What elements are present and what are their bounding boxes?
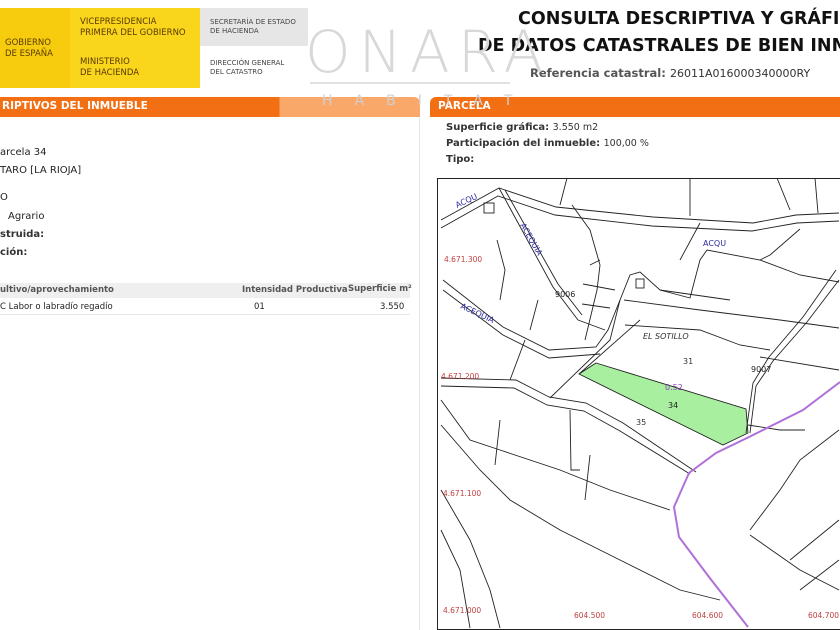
tipo-label: Tipo:: [446, 154, 475, 165]
map-label: ACQU: [703, 239, 726, 248]
cell-cultivo: C Labor o labradío regadío: [0, 302, 113, 312]
locality-municipio: TARO [LA RIOJA]: [0, 165, 82, 176]
x-tick-label: 604.600: [692, 611, 723, 620]
col-header: Superficie m²: [348, 284, 412, 294]
map-label: 31: [683, 357, 693, 366]
logo-text: DE ESPAÑA: [5, 49, 53, 59]
parcel-34: [577, 362, 748, 446]
uso-value: Agrario: [8, 211, 45, 222]
superficie-construida-label: struida:: [0, 229, 45, 240]
y-tick-label: 4.671.200: [441, 372, 479, 381]
logo-text: DIRECCIÓN GENERAL: [210, 59, 285, 67]
label: Participación del inmueble:: [446, 138, 601, 149]
cadastral-map[interactable]: ACQU ACEQUIA 9006 ACEQUIA ACQU EL SOTILL…: [437, 177, 840, 630]
logo-vice: VICEPRESIDENCIA PRIMERA DEL GOBIERNO: [80, 17, 186, 39]
x-tick-label: 604.700: [808, 611, 839, 620]
participacion-label: Participación del inmueble: 100,00 %: [446, 138, 649, 149]
page-title-line1: CONSULTA DESCRIPTIVA Y GRÁFICA: [518, 9, 840, 29]
y-tick-label: 4.671.100: [443, 489, 481, 498]
logo-gobierno: GOBIERNO DE ESPAÑA: [5, 38, 53, 60]
section-title: RIPTIVOS DEL INMUEBLE: [2, 100, 148, 112]
logo-text: GOBIERNO: [5, 38, 51, 48]
anio-construccion-label: ción:: [0, 247, 28, 258]
logo-direccion: DIRECCIÓN GENERAL DEL CATASTRO: [210, 59, 284, 77]
locality-parcela: arcela 34: [0, 147, 47, 158]
cell-intensidad: 01: [254, 302, 265, 312]
map-label: 34: [668, 401, 678, 410]
watermark-sub: HABITAT: [322, 93, 535, 109]
sup-grafica-value: 3.550 m2: [552, 122, 599, 133]
y-tick-label: 4.671.000: [443, 606, 481, 615]
cell-superficie: 3.550: [380, 302, 405, 312]
descriptive-panel: [0, 118, 420, 630]
map-label: 0.52: [665, 383, 683, 392]
x-tick-label: 604.500: [574, 611, 605, 620]
logo-text: VICEPRESIDENCIA: [80, 17, 157, 27]
map-label: 9007: [751, 365, 771, 374]
logo-text: DEL CATASTRO: [210, 68, 263, 76]
col-header: Intensidad Productiva: [242, 285, 348, 295]
logo-text: DE HACIENDA: [210, 27, 259, 35]
logo-ministerio: MINISTERIO DE HACIENDA: [80, 57, 139, 79]
watermark-line: [310, 82, 510, 84]
map-label: 35: [636, 418, 646, 427]
label: Superficie gráfica:: [446, 122, 550, 133]
road-9007: [745, 269, 836, 433]
map-label: ACEQUIA: [518, 221, 544, 257]
y-tick-label: 4.671.300: [444, 255, 482, 264]
map-label: ACQU: [454, 191, 479, 209]
watermark-logo: ONARA: [305, 18, 552, 86]
table-row: C Labor o labradío regadío 01 3.550: [0, 299, 410, 315]
map-label: ACEQUIA: [459, 301, 496, 325]
participacion-value: 100,00 %: [603, 138, 649, 149]
logo-text: DE HACIENDA: [80, 68, 140, 78]
logo-secretaria: SECRETARÍA DE ESTADO DE HACIENDA: [210, 18, 296, 36]
map-label: 9006: [555, 290, 575, 299]
col-header: ultivo/aprovechamiento: [0, 285, 114, 295]
ref-value: 26011A016000340000RY: [670, 67, 811, 80]
sup-grafica-label: Superficie gráfica: 3.550 m2: [446, 122, 598, 133]
map-label: EL SOTILLO: [643, 332, 689, 341]
logo-text: MINISTERIO: [80, 57, 130, 67]
logo-text: SECRETARÍA DE ESTADO: [210, 18, 296, 26]
map-drawing: ACQU ACEQUIA 9006 ACEQUIA ACQU EL SOTILL…: [440, 177, 840, 628]
cultivo-table-header: ultivo/aprovechamiento Intensidad Produc…: [0, 283, 412, 298]
clase-value: O: [0, 192, 8, 203]
road-top: [440, 187, 839, 223]
logo-text: PRIMERA DEL GOBIERNO: [80, 28, 186, 38]
